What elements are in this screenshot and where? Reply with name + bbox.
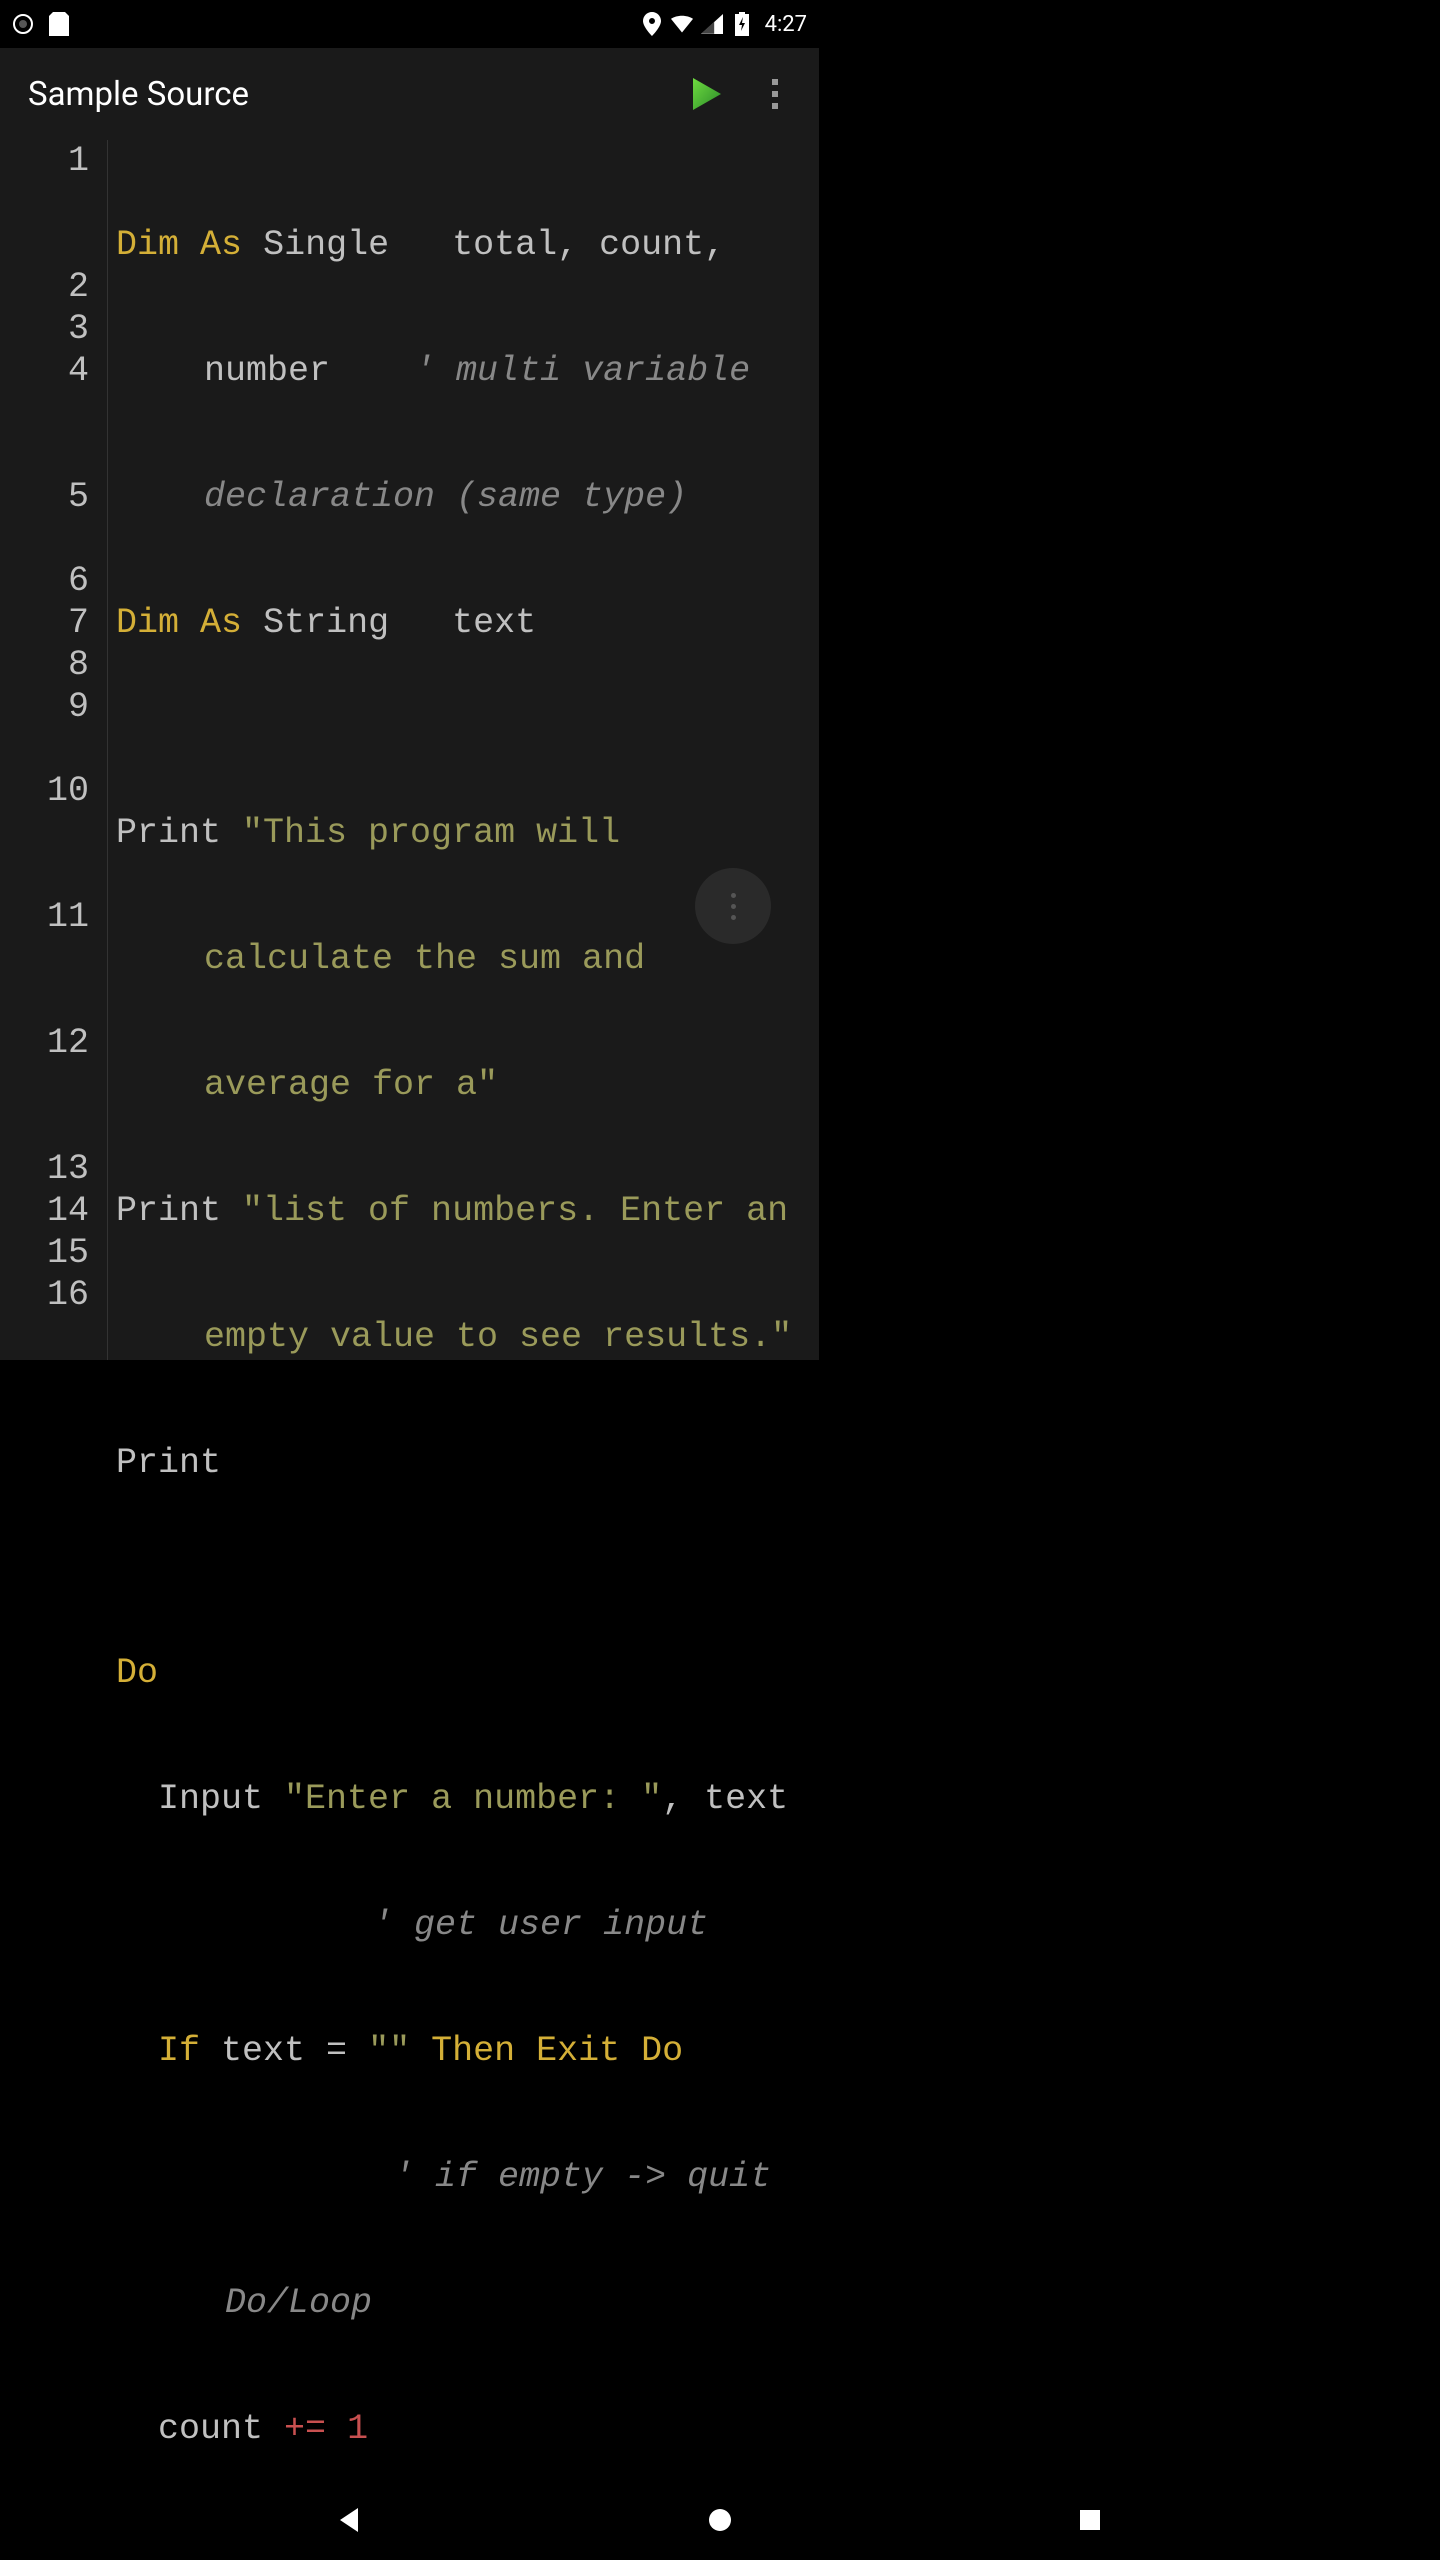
- run-button[interactable]: [681, 70, 729, 118]
- line-number: 10: [0, 770, 89, 812]
- line-number: 9: [0, 686, 89, 728]
- line-number: 7: [0, 602, 89, 644]
- line-number: 13: [0, 1148, 89, 1190]
- status-bar: 4:27: [0, 0, 819, 48]
- circle-icon: [12, 13, 34, 35]
- navigation-bar: [0, 2480, 1440, 2560]
- location-icon: [641, 13, 663, 35]
- home-button[interactable]: [700, 2500, 740, 2540]
- code-editor[interactable]: 1 2 3 4 5 6 7 8 9 10 11 12 13 14 15 16 D…: [0, 140, 819, 1360]
- signal-icon: [701, 13, 723, 35]
- code-content[interactable]: Dim As Single total, count, number ' mul…: [108, 140, 819, 1360]
- line-number: 4: [0, 350, 89, 392]
- app-bar: Sample Source: [0, 48, 819, 140]
- status-time: 4:27: [765, 12, 807, 37]
- sd-card-icon: [48, 13, 70, 35]
- more-options-button[interactable]: [759, 70, 791, 118]
- line-number: 5: [0, 476, 89, 518]
- floating-menu-button[interactable]: [695, 868, 771, 944]
- line-number: 3: [0, 308, 89, 350]
- recent-apps-button[interactable]: [1070, 2500, 1110, 2540]
- line-number: 2: [0, 266, 89, 308]
- battery-charging-icon: [731, 13, 753, 35]
- line-number: 14: [0, 1190, 89, 1232]
- back-button[interactable]: [330, 2500, 370, 2540]
- gutter: 1 2 3 4 5 6 7 8 9 10 11 12 13 14 15 16: [0, 140, 108, 1360]
- line-number: 6: [0, 560, 89, 602]
- line-number: 12: [0, 1022, 89, 1064]
- line-number: 1: [0, 140, 89, 182]
- line-number: 8: [0, 644, 89, 686]
- wifi-icon: [671, 13, 693, 35]
- line-number: 15: [0, 1232, 89, 1274]
- line-number: 16: [0, 1274, 89, 1316]
- line-number: 11: [0, 896, 89, 938]
- app-title: Sample Source: [28, 75, 681, 114]
